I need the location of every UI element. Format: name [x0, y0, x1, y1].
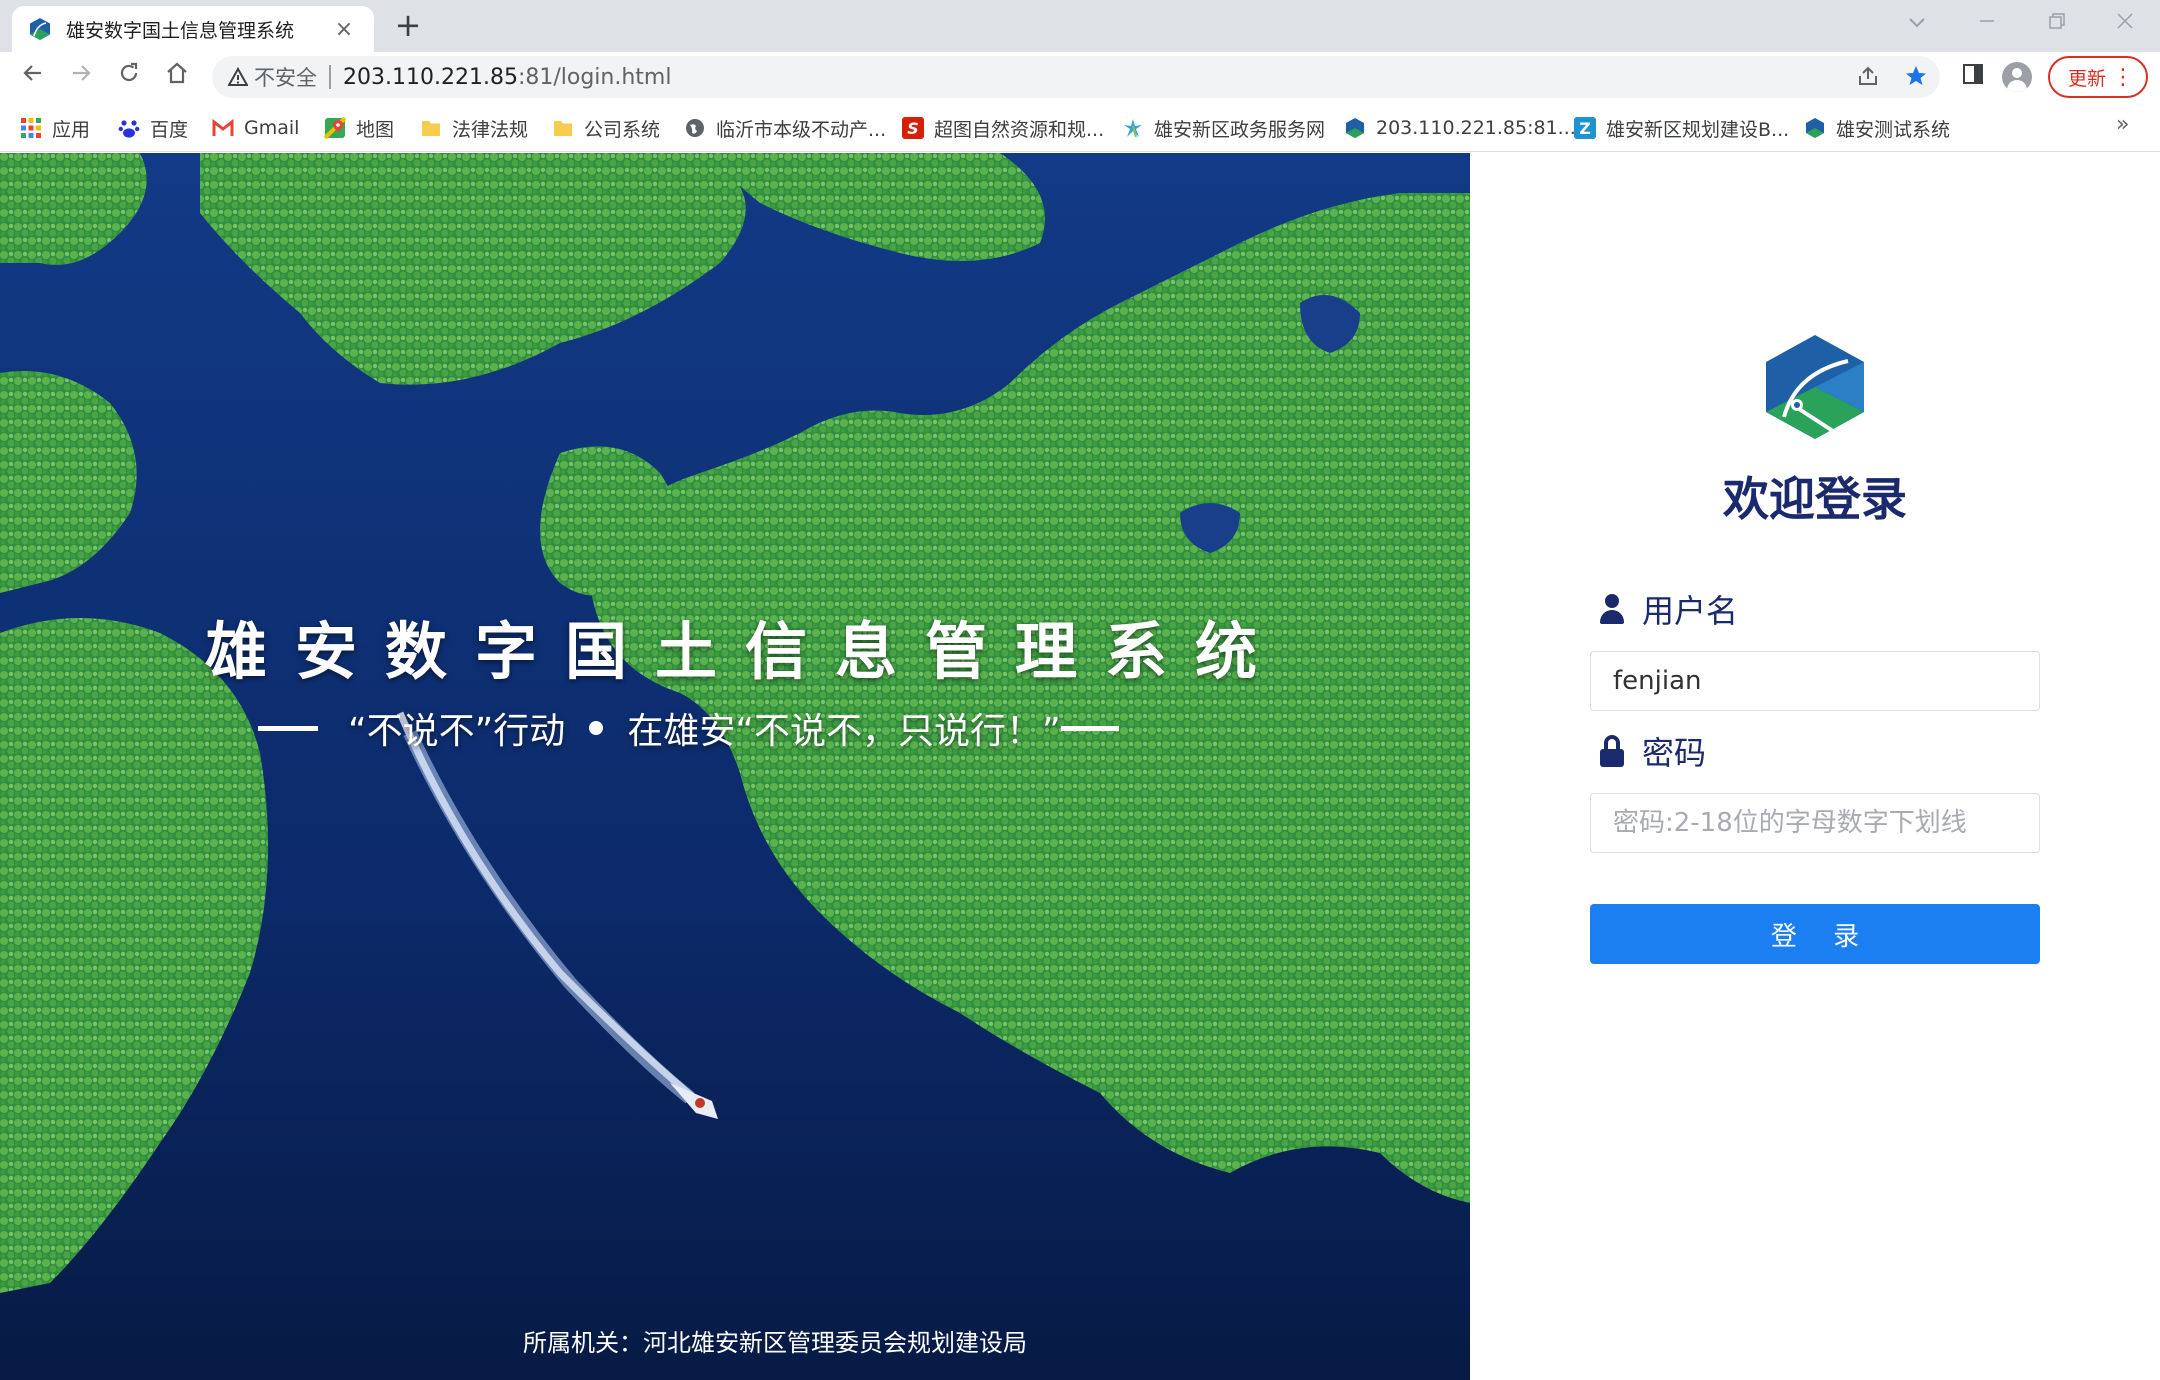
- bookmark-label: 公司系统: [584, 118, 661, 141]
- baidu-paw-icon: [118, 117, 140, 139]
- supermap-s-icon: S: [902, 117, 924, 139]
- bookmark-label: 法律法规: [452, 118, 529, 141]
- slogan-dash-right: [1060, 725, 1119, 731]
- hero-background: 雄安数字国土信息管理系统 “不说不”行动 在雄安“不说不，只说行！” 所属机关：…: [0, 153, 1470, 1380]
- bookmark-label: 雄安测试系统: [1836, 118, 1951, 141]
- username-label-row: 用户名: [1598, 589, 1739, 630]
- lock-icon: [1598, 735, 1626, 767]
- bookmark-ip-site[interactable]: 203.110.221.85:81...: [1344, 114, 1576, 142]
- hero-title: 雄安数字国土信息管理系统: [204, 615, 1285, 688]
- username-label: 用户名: [1642, 592, 1739, 630]
- tab-title: 雄安数字国土信息管理系统: [66, 19, 295, 42]
- xiongan-favicon-icon: [30, 18, 50, 40]
- browser-tab-active[interactable]: 雄安数字国土信息管理系统 ×: [12, 6, 374, 52]
- tab-search-chevron-icon[interactable]: [1882, 0, 1952, 46]
- bookmark-gmail[interactable]: Gmail: [212, 114, 299, 142]
- forward-button[interactable]: [62, 58, 100, 96]
- security-status[interactable]: 不安全: [254, 62, 317, 92]
- aerial-lake-illustration: [0, 153, 1470, 1380]
- reload-icon: [120, 62, 138, 82]
- browser-toolbar: 不安全 203.110.221.85:81/login.html 更新 ⋮: [0, 52, 2160, 102]
- share-icon[interactable]: [1856, 64, 1880, 94]
- address-separator: [329, 65, 331, 89]
- bookmark-baidu[interactable]: 百度: [118, 114, 188, 142]
- tab-close-icon[interactable]: ×: [330, 17, 358, 42]
- bookmark-linyi[interactable]: 临沂市本级不动产...: [684, 114, 886, 142]
- bookmark-folder-law[interactable]: 法律法规: [420, 114, 528, 142]
- side-panel-icon[interactable]: [1954, 58, 1992, 96]
- bookmark-apps[interactable]: 应用: [20, 114, 90, 142]
- xiongan-logo-icon: [1766, 335, 1864, 439]
- username-input[interactable]: [1590, 651, 2040, 711]
- folder-icon: [552, 117, 574, 139]
- warning-triangle-icon: [228, 67, 248, 86]
- login-panel: 欢迎登录 用户名 密码 登 录: [1470, 153, 2160, 1380]
- profile-avatar[interactable]: [2002, 62, 2032, 92]
- close-window-icon[interactable]: [2090, 0, 2160, 46]
- update-label: 更新: [2068, 67, 2107, 90]
- minimize-icon[interactable]: [1952, 0, 2022, 46]
- folder-icon: [420, 117, 442, 139]
- bookmark-supermap[interactable]: S 超图自然资源和规...: [902, 114, 1104, 142]
- welcome-heading: 欢迎登录: [1723, 472, 1907, 526]
- bookmark-star-icon[interactable]: [1904, 64, 1928, 94]
- slogan-part-1: “不说不”行动: [348, 711, 566, 752]
- maps-pin-icon: [324, 117, 346, 139]
- back-button[interactable]: [14, 58, 52, 96]
- bookmark-label: 雄安新区政务服务网: [1154, 118, 1326, 141]
- bookmark-label: 雄安新区规划建设B...: [1606, 118, 1790, 141]
- xiongan-logo-icon: [1344, 117, 1366, 139]
- home-button[interactable]: [158, 58, 196, 96]
- gmail-icon: [212, 117, 234, 139]
- bookmark-label: 百度: [150, 118, 189, 141]
- menu-dots-icon: ⋮: [2112, 65, 2134, 90]
- bookmark-label: 地图: [356, 118, 395, 141]
- password-input[interactable]: [1590, 793, 2040, 853]
- apps-grid-icon: [20, 117, 42, 139]
- bookmark-label: 临沂市本级不动产...: [716, 118, 887, 141]
- bookmark-label: 203.110.221.85:81...: [1376, 117, 1576, 139]
- globe-icon: [684, 117, 706, 139]
- bookmark-label: 超图自然资源和规...: [934, 118, 1105, 141]
- user-icon: [1598, 593, 1626, 625]
- password-label: 密码: [1642, 734, 1707, 772]
- bookmark-folder-company[interactable]: 公司系统: [552, 114, 660, 142]
- z-icon: Z: [1574, 117, 1596, 139]
- home-icon: [167, 62, 187, 84]
- slogan-part-2: 在雄安“不说不，只说行！”: [627, 711, 1061, 752]
- arrow-left-icon: [23, 65, 41, 81]
- arrow-right-icon: [73, 65, 91, 81]
- address-bar[interactable]: 不安全 203.110.221.85:81/login.html: [212, 56, 1940, 98]
- slogan-bullet: [589, 721, 604, 735]
- login-button[interactable]: 登 录: [1590, 904, 2040, 964]
- browser-tab-strip: 雄安数字国土信息管理系统 × +: [0, 0, 2160, 52]
- hero-slogan: “不说不”行动 在雄安“不说不，只说行！”: [258, 703, 1218, 753]
- new-tab-button[interactable]: +: [390, 8, 426, 44]
- update-button[interactable]: 更新 ⋮: [2048, 56, 2148, 98]
- restore-icon[interactable]: [2022, 0, 2092, 46]
- bookmarks-overflow-icon[interactable]: »: [2116, 112, 2129, 137]
- url-path: :81/login.html: [517, 64, 672, 90]
- bookmark-xiongan-test[interactable]: 雄安测试系统: [1804, 114, 1950, 142]
- xiongan-logo-icon: [1804, 117, 1826, 139]
- bookmark-maps[interactable]: 地图: [324, 114, 394, 142]
- bookmark-label: 应用: [52, 118, 91, 141]
- xiongan-gov-icon: [1122, 117, 1144, 139]
- bookmarks-bar: 应用 百度 Gmail 地图 法律法规 公司系统 临沂市本级不动产... S 超…: [0, 102, 2160, 152]
- bookmark-xiongan-planning[interactable]: Z 雄安新区规划建设B...: [1574, 114, 1789, 142]
- hero-footer-organization: 所属机关：河北雄安新区管理委员会规划建设局: [523, 1329, 1027, 1357]
- bookmark-label: Gmail: [244, 117, 300, 139]
- slogan-dash-left: [258, 725, 318, 731]
- reload-button[interactable]: [110, 58, 148, 96]
- bookmark-xiongan-gov[interactable]: 雄安新区政务服务网: [1122, 114, 1325, 142]
- url-host: 203.110.221.85: [343, 64, 518, 90]
- password-label-row: 密码: [1598, 731, 1707, 772]
